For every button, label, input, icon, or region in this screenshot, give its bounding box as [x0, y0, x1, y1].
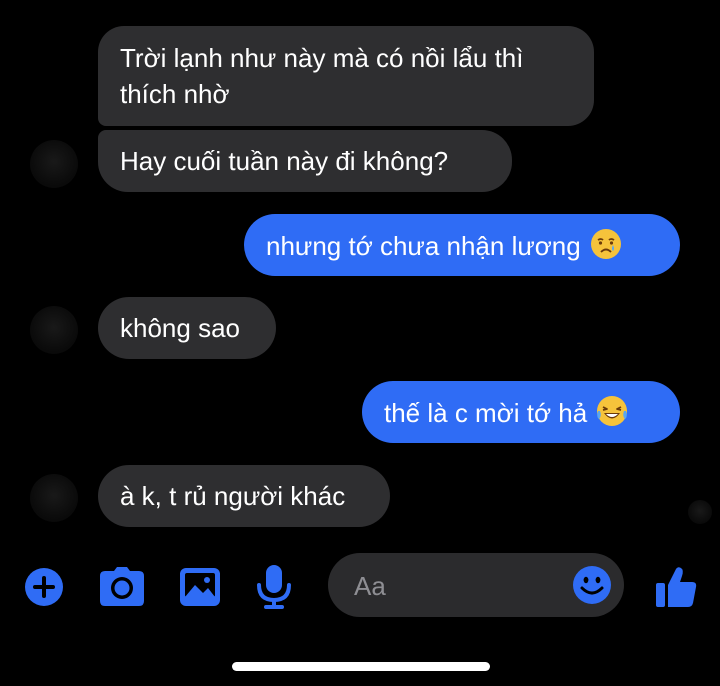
message-text-line: Trời lạnh như này mà có nồi lẩu thì [120, 43, 524, 73]
message-composer [0, 545, 720, 625]
incoming-message[interactable]: à k, t rủ người khác [98, 465, 390, 527]
microphone-icon [257, 565, 291, 609]
message-text-line: thích nhờ [120, 79, 230, 109]
contact-avatar[interactable] [30, 140, 78, 188]
home-indicator[interactable] [232, 662, 490, 671]
message-input-container [328, 553, 624, 617]
contact-avatar[interactable] [30, 474, 78, 522]
message-text: thế là c mời tớ hả [384, 398, 588, 428]
outgoing-message[interactable]: thế là c mời tớ hả [362, 381, 680, 443]
add-button[interactable] [20, 563, 68, 611]
gallery-button[interactable] [176, 563, 224, 611]
message-text: không sao [120, 313, 240, 343]
camera-icon [100, 567, 144, 606]
read-receipt-avatar [688, 500, 712, 524]
camera-button[interactable] [98, 563, 146, 611]
outgoing-message[interactable]: nhưng tớ chưa nhận lương [244, 214, 680, 276]
emoji-icon[interactable] [572, 565, 612, 605]
image-icon [180, 568, 220, 606]
contact-avatar[interactable] [30, 306, 78, 354]
incoming-message[interactable]: Trời lạnh như này mà có nồi lẩu thì thíc… [98, 26, 594, 126]
message-text: nhưng tớ chưa nhận lương [266, 231, 581, 261]
incoming-message[interactable]: Hay cuối tuần này đi không? [98, 130, 512, 192]
like-button[interactable] [652, 563, 700, 611]
incoming-message[interactable]: không sao [98, 297, 276, 359]
plus-icon [25, 568, 63, 606]
crying-face-emoji [590, 229, 621, 259]
tears-of-joy-emoji [597, 396, 628, 426]
message-input[interactable] [352, 563, 556, 609]
voice-button[interactable] [250, 563, 298, 611]
message-text: à k, t rủ người khác [120, 481, 346, 511]
message-text: Hay cuối tuần này đi không? [120, 146, 449, 176]
message-thread: Trời lạnh như này mà có nồi lẩu thì thíc… [0, 0, 720, 540]
like-icon [656, 567, 697, 607]
